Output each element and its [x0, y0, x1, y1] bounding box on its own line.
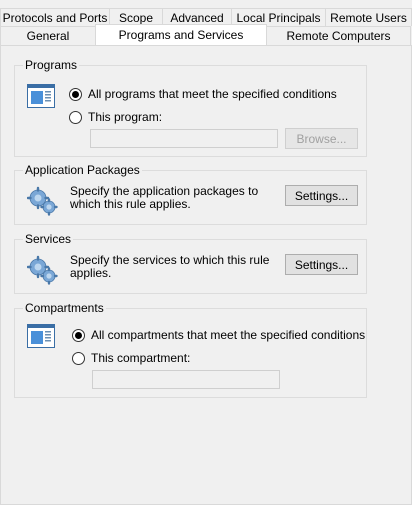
services-title: Services [23, 232, 74, 246]
this-program-option[interactable]: This program: [69, 109, 162, 125]
application-packages-settings-button[interactable]: Settings... [285, 185, 358, 206]
tab-panel: Programs All programs that meet the spec… [0, 45, 412, 505]
services-settings-button[interactable]: Settings... [285, 254, 358, 275]
compartment-field[interactable] [92, 370, 280, 389]
tab-remote-users[interactable]: Remote Users [325, 8, 412, 26]
properties-dialog: Protocols and Ports Scope Advanced Local… [0, 0, 412, 505]
this-compartment-option[interactable]: This compartment: [72, 350, 190, 366]
this-program-radio[interactable] [69, 110, 82, 124]
program-window-icon [27, 84, 55, 108]
all-compartments-radio[interactable] [72, 328, 85, 342]
all-compartments-label: All compartments that meet the specified… [91, 328, 366, 342]
browse-button[interactable]: Browse... [285, 128, 358, 149]
all-compartments-option[interactable]: All compartments that meet the specified… [72, 327, 365, 343]
tab-row-front: General Programs and Services Remote Com… [0, 24, 412, 45]
this-program-label: This program: [88, 110, 163, 124]
program-path-field[interactable] [90, 129, 278, 148]
tab-remote-computers[interactable]: Remote Computers [266, 26, 411, 45]
programs-group-title: Programs [23, 58, 80, 72]
tab-protocols-and-ports[interactable]: Protocols and Ports [0, 8, 110, 26]
application-packages-description: Specify the application packages to whic… [70, 184, 259, 211]
this-compartment-radio[interactable] [72, 351, 85, 365]
all-programs-option[interactable]: All programs that meet the specified con… [69, 86, 337, 102]
tab-programs-and-services[interactable]: Programs and Services [95, 24, 267, 45]
all-programs-radio[interactable] [69, 87, 82, 101]
compartments-group: Compartments All compartments that meet … [14, 301, 367, 398]
compartment-window-icon [27, 324, 55, 348]
application-packages-title: Application Packages [23, 163, 142, 177]
all-programs-label: All programs that meet the specified con… [88, 87, 337, 101]
application-packages-group: Application Packages Specify the applica… [14, 163, 367, 225]
programs-group: Programs All programs that meet the spec… [14, 58, 367, 157]
this-compartment-label: This compartment: [91, 351, 191, 365]
services-description: Specify the services to which this rule … [70, 253, 270, 280]
compartments-title: Compartments [23, 301, 106, 315]
gears-icon [27, 255, 58, 285]
tab-general[interactable]: General [0, 26, 96, 45]
gears-icon [27, 186, 58, 216]
services-group: Services Specify the services to which t… [14, 232, 367, 294]
